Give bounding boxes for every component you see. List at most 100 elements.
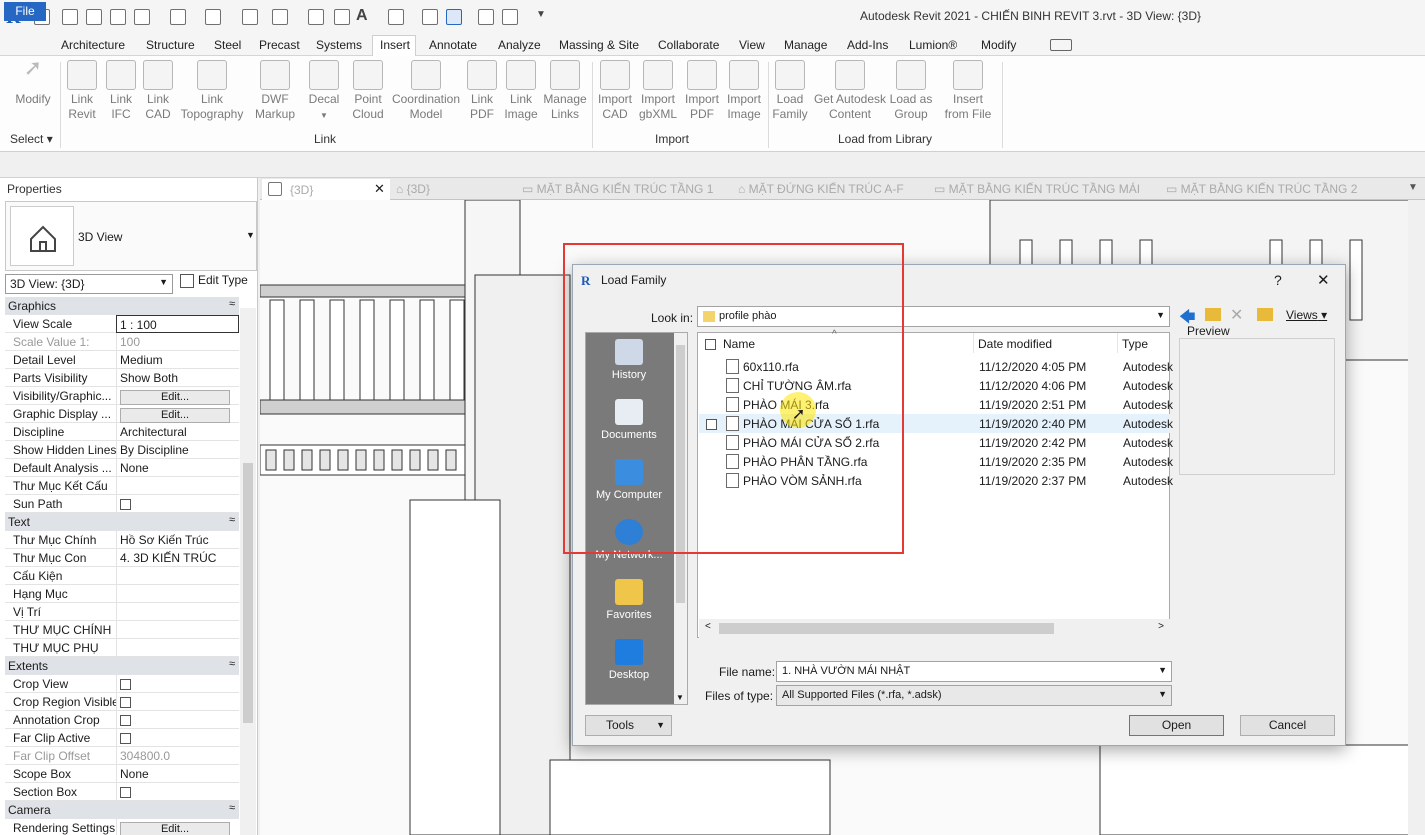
dimension-icon[interactable] — [308, 9, 324, 25]
open-button[interactable]: Open — [1129, 715, 1224, 736]
tab-annotate[interactable]: Annotate — [429, 38, 477, 52]
open-icon[interactable] — [86, 9, 102, 25]
place-desktop[interactable]: Desktop — [586, 639, 672, 681]
property-value[interactable]: Hồ Sơ Kiến Trúc — [116, 531, 239, 549]
import-pdf-button[interactable]: Import PDF — [682, 60, 722, 122]
tab-systems[interactable]: Systems — [316, 38, 362, 52]
views-button[interactable]: Views ▾ — [1286, 308, 1327, 322]
collapse-icon[interactable]: ≈ — [229, 802, 235, 814]
collapse-icon[interactable]: ≈ — [229, 514, 235, 526]
property-value[interactable]: 304800.0 — [116, 747, 239, 765]
new-folder-icon[interactable] — [1257, 308, 1273, 321]
view-tab-floor-1[interactable]: ▭ MẶT BẰNG KIẾN TRÚC TẦNG 1 — [522, 182, 713, 196]
property-value[interactable]: Edit... — [116, 819, 239, 835]
dwf-markup-button[interactable]: DWF Markup — [250, 60, 300, 122]
undo-icon[interactable] — [170, 9, 186, 25]
property-category[interactable]: Text ≈ — [5, 513, 239, 531]
close-hidden-icon[interactable] — [478, 9, 494, 25]
file-name-input[interactable]: 1. NHÀ VƯỜN MÁI NHẬT ▼ — [776, 661, 1172, 682]
thin-lines-icon[interactable] — [446, 9, 462, 25]
cancel-button[interactable]: Cancel — [1240, 715, 1335, 736]
edit-button[interactable]: Edit... — [120, 408, 230, 423]
tab-analyze[interactable]: Analyze — [498, 38, 541, 52]
property-value[interactable]: None — [116, 459, 239, 477]
edit-type-button[interactable]: Edit Type — [180, 273, 248, 288]
sync-icon[interactable] — [134, 9, 150, 25]
property-value[interactable] — [116, 585, 239, 603]
link-topography-button[interactable]: Link Topography — [178, 60, 246, 122]
3d-view-icon[interactable] — [388, 9, 404, 25]
tab-precast[interactable]: Precast — [259, 38, 300, 52]
link-pdf-button[interactable]: Link PDF — [464, 60, 500, 122]
tab-manage[interactable]: Manage — [784, 38, 827, 52]
help-button[interactable]: ? — [1274, 272, 1282, 288]
text-icon[interactable]: A — [356, 7, 368, 25]
checkbox[interactable] — [120, 733, 131, 744]
tag-icon[interactable] — [334, 9, 350, 25]
property-value[interactable] — [116, 639, 239, 657]
measure-icon[interactable] — [272, 9, 288, 25]
property-value[interactable] — [116, 603, 239, 621]
link-revit-button[interactable]: Link Revit — [64, 60, 100, 122]
decal-button[interactable]: Decal ▼ — [304, 60, 344, 123]
tab-add-ins[interactable]: Add-Ins — [847, 38, 888, 52]
edit-button[interactable]: Edit... — [120, 822, 230, 835]
tab-structure[interactable]: Structure — [146, 38, 195, 52]
view-tab-3d[interactable]: ⌂ {3D} — [396, 182, 430, 196]
property-value[interactable] — [116, 711, 239, 729]
checkbox[interactable] — [120, 499, 131, 510]
tab-lumion[interactable]: Lumion® — [909, 38, 957, 52]
ribbon-toggle-icon[interactable] — [1050, 39, 1072, 51]
property-category[interactable]: Graphics ≈ — [5, 297, 239, 315]
tab-view[interactable]: View — [739, 38, 765, 52]
place-favorites[interactable]: Favorites — [586, 579, 672, 621]
load-family-button[interactable]: Load Family — [770, 60, 810, 122]
link-cad-button[interactable]: Link CAD — [140, 60, 176, 122]
view-instance-selector[interactable]: 3D View: {3D} ▼ — [5, 274, 173, 294]
property-category[interactable]: Extents ≈ — [5, 657, 239, 675]
property-value[interactable]: 1 : 100 — [116, 315, 239, 333]
tab-collaborate[interactable]: Collaborate — [658, 38, 719, 52]
view-tab-floor-2[interactable]: ▭ MẶT BẰNG KIẾN TRÚC TẦNG 2 — [1166, 182, 1357, 196]
link-image-button[interactable]: Link Image — [502, 60, 540, 122]
property-value[interactable] — [116, 693, 239, 711]
edit-button[interactable]: Edit... — [120, 390, 230, 405]
up-folder-icon[interactable] — [1205, 308, 1221, 321]
checkbox[interactable] — [120, 715, 131, 726]
collapse-icon[interactable]: ≈ — [229, 298, 235, 310]
property-value[interactable]: Medium — [116, 351, 239, 369]
modify-button[interactable]: ➚ Modify — [10, 57, 56, 107]
property-value[interactable]: By Discipline — [116, 441, 239, 459]
customize-qat-icon[interactable]: ▼ — [536, 9, 546, 20]
point-cloud-button[interactable]: Point Cloud — [348, 60, 388, 122]
property-value[interactable] — [116, 729, 239, 747]
import-cad-button[interactable]: Import CAD — [596, 60, 634, 122]
checkbox[interactable] — [120, 679, 131, 690]
checkbox[interactable] — [120, 787, 131, 798]
close-icon[interactable]: ✕ — [374, 181, 385, 197]
chevron-down-icon[interactable]: ▼ — [246, 230, 255, 240]
property-value[interactable]: 4. 3D KIẾN TRÚC — [116, 549, 239, 567]
coordination-model-button[interactable]: Coordination Model — [390, 60, 462, 122]
property-value[interactable]: Show Both — [116, 369, 239, 387]
chevron-down-icon[interactable]: ▼ — [1156, 310, 1165, 320]
redo-icon[interactable] — [205, 9, 221, 25]
property-value[interactable]: Edit... — [116, 387, 239, 405]
property-value[interactable]: Architectural — [116, 423, 239, 441]
get-autodesk-content-button[interactable]: Get Autodesk Content — [812, 60, 888, 122]
files-of-type-select[interactable]: All Supported Files (*.rfa, *.adsk) ▼ — [776, 685, 1172, 706]
property-value[interactable]: 100 — [116, 333, 239, 351]
tab-architecture[interactable]: Architecture — [61, 38, 125, 52]
property-category[interactable]: Camera ≈ — [5, 801, 239, 819]
property-value[interactable]: None — [116, 765, 239, 783]
import-image-button[interactable]: Import Image — [724, 60, 764, 122]
property-value[interactable] — [116, 477, 239, 495]
file-list-hscrollbar[interactable]: < > — [699, 619, 1170, 638]
tab-overflow-icon[interactable]: ▼ — [1408, 182, 1418, 193]
switch-windows-icon[interactable] — [502, 9, 518, 25]
manage-links-button[interactable]: Manage Links — [542, 60, 588, 122]
column-date-modified[interactable]: Date modified — [978, 337, 1052, 351]
tab-steel[interactable]: Steel — [214, 38, 241, 52]
properties-scrollbar[interactable] — [240, 308, 256, 835]
view-tab-roof[interactable]: ▭ MẶT BẰNG KIẾN TRÚC TẦNG MÁI — [934, 182, 1140, 196]
